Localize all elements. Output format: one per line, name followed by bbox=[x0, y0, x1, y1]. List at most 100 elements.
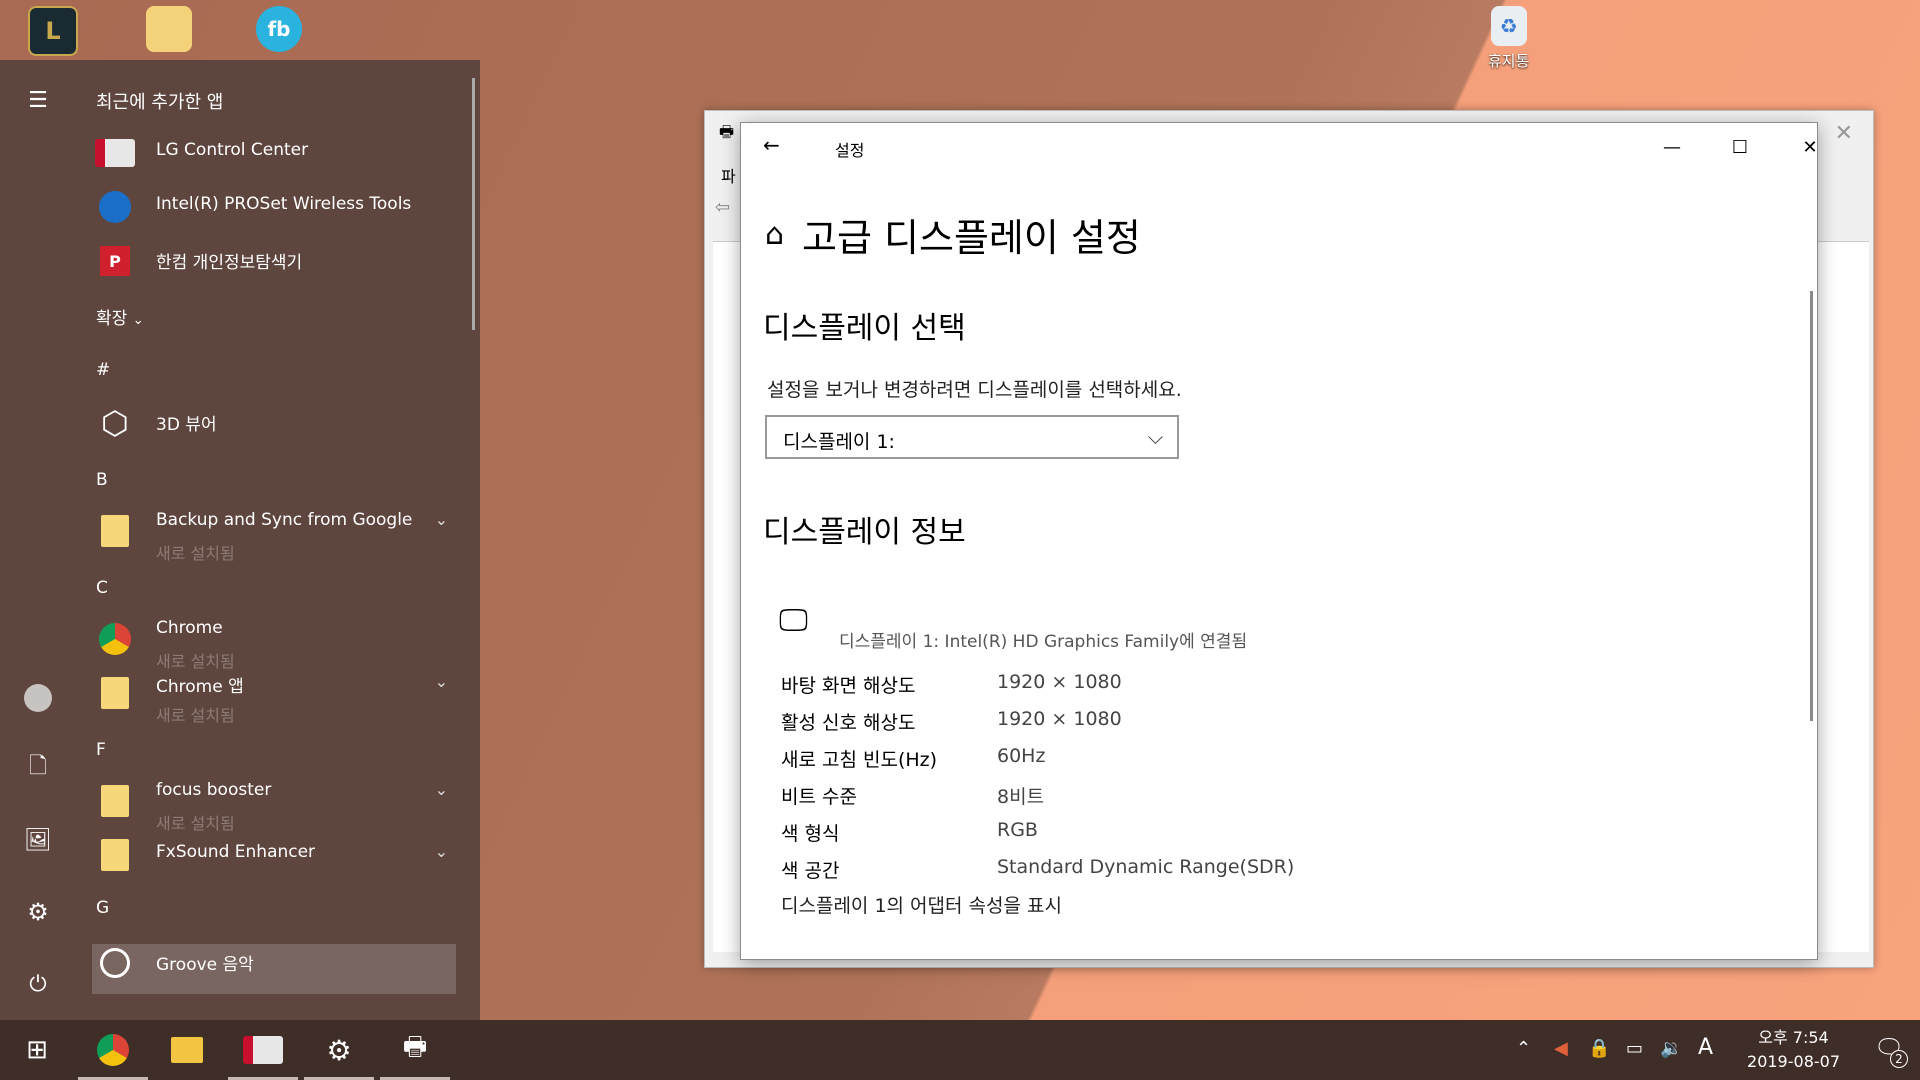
groove-music-icon bbox=[92, 940, 138, 986]
lock-icon[interactable]: 🔒 bbox=[1588, 1038, 1610, 1059]
letter-header[interactable]: G bbox=[96, 898, 109, 918]
folder-icon bbox=[171, 1037, 203, 1063]
list-item[interactable]: Backup and Sync from Google 새로 설치됨 ⌄ bbox=[92, 506, 472, 563]
monitor-icon: 🖵 bbox=[779, 603, 808, 638]
letter-header[interactable]: F bbox=[96, 740, 106, 760]
app-name: Chrome 앱 bbox=[156, 677, 244, 697]
notification-button[interactable]: 🗨 2 bbox=[1874, 1034, 1908, 1068]
display-info-heading: 디스플레이 정보 bbox=[763, 515, 966, 550]
folder-icon bbox=[92, 832, 138, 878]
start-button[interactable]: ⊞ bbox=[0, 1020, 74, 1080]
list-item[interactable]: Intel(R) PROSet Wireless Tools bbox=[92, 182, 472, 232]
bg-close-icon[interactable]: ✕ bbox=[1835, 121, 1853, 146]
close-button[interactable]: ✕ bbox=[1787, 129, 1833, 165]
desktop: L fb ♻ 휴지통 🖶 파 ⇦ ⌄ ✕ ← 설정 — ☐ ✕ ⌂ 고급 디스플… bbox=[0, 0, 1920, 1080]
list-item[interactable]: FxSound Enhancer ⌄ bbox=[92, 830, 472, 880]
monitor-row: 🖵 디스플레이 1: Intel(R) HD Graphics Family에 … bbox=[779, 603, 1247, 652]
connected-text: 디스플레이 1: Intel(R) HD Graphics Family에 연결… bbox=[839, 632, 1248, 652]
info-value: Standard Dynamic Range(SDR) bbox=[997, 856, 1295, 878]
bg-back-arrow-icon[interactable]: ⇦ bbox=[715, 197, 730, 218]
app-name: Backup and Sync from Google bbox=[156, 510, 413, 530]
display-select-dropdown[interactable]: 디스플레이 1: ⌵ bbox=[765, 415, 1179, 459]
taskbar-lg-control-center[interactable] bbox=[226, 1020, 300, 1080]
adapter-properties-link[interactable]: 디스플레이 1의 어댑터 속성을 표시 bbox=[781, 891, 1062, 918]
printer-icon: 🖶 bbox=[719, 122, 735, 141]
ime-indicator[interactable]: A bbox=[1698, 1035, 1713, 1060]
list-item[interactable]: Chrome 앱 새로 설치됨 ⌄ bbox=[92, 668, 472, 725]
dropdown-value: 디스플레이 1: bbox=[783, 431, 895, 453]
letter-header[interactable]: C bbox=[96, 578, 108, 598]
app-name: Chrome bbox=[156, 618, 223, 638]
settings-scrollbar[interactable] bbox=[1810, 291, 1813, 721]
list-item[interactable]: ⬡ 3D 뷰어 bbox=[92, 398, 472, 448]
clock-time: 오후 7:54 bbox=[1758, 1028, 1829, 1047]
info-label: 비트 수준 bbox=[781, 786, 857, 808]
info-label: 바탕 화면 해상도 bbox=[781, 675, 916, 697]
app-name: FxSound Enhancer bbox=[156, 842, 316, 862]
list-item[interactable]: Groove 음악 bbox=[92, 938, 472, 988]
back-arrow-icon[interactable]: ← bbox=[763, 133, 780, 157]
pictures-icon[interactable]: 🖼 bbox=[18, 820, 58, 860]
notification-count: 2 bbox=[1890, 1050, 1908, 1068]
home-icon[interactable]: ⌂ bbox=[765, 217, 784, 252]
maximize-button[interactable]: ☐ bbox=[1717, 129, 1763, 165]
select-display-heading: 디스플레이 선택 bbox=[763, 311, 966, 346]
power-icon[interactable]: ⏻ bbox=[18, 964, 58, 1004]
settings-window[interactable]: ← 설정 — ☐ ✕ ⌂ 고급 디스플레이 설정 디스플레이 선택 설정을 보거… bbox=[740, 122, 1818, 960]
expand-label: 확장 bbox=[96, 309, 128, 329]
clock-date: 2019-08-07 bbox=[1747, 1052, 1840, 1071]
info-value: 60Hz bbox=[997, 745, 1046, 767]
letter-header[interactable]: # bbox=[96, 360, 110, 380]
page-header: ⌂ 고급 디스플레이 설정 bbox=[765, 207, 1141, 262]
wifi-icon bbox=[92, 184, 138, 230]
app-name: 3D 뷰어 bbox=[156, 415, 217, 435]
recycle-bin-label: 휴지통 bbox=[1488, 52, 1530, 70]
chevron-up-icon[interactable]: ⌃ bbox=[1516, 1038, 1531, 1059]
chevron-down-icon: ⌄ bbox=[132, 313, 144, 328]
app-name: LG Control Center bbox=[156, 140, 309, 160]
window-title: 설정 bbox=[835, 141, 865, 160]
chevron-down-icon[interactable]: ⌄ bbox=[435, 510, 448, 529]
info-value: 1920 × 1080 bbox=[997, 671, 1122, 693]
info-value: 8비트 bbox=[997, 786, 1045, 808]
app-list: 최근에 추가한 앱 LG Control Center Intel(R) PRO… bbox=[76, 60, 472, 1020]
hamburger-menu-icon[interactable]: ☰ bbox=[18, 80, 58, 120]
letter-header[interactable]: B bbox=[96, 470, 108, 490]
desktop-icon-folder[interactable] bbox=[146, 6, 192, 52]
chevron-down-icon[interactable]: ⌄ bbox=[435, 672, 448, 691]
speaker-muted-icon[interactable]: ◀ bbox=[1554, 1038, 1568, 1059]
desktop-icon-recycle-bin[interactable]: ♻ 휴지통 bbox=[1488, 6, 1529, 71]
list-item[interactable]: P 한컴 개인정보탐색기 bbox=[92, 236, 472, 286]
taskbar-file-explorer[interactable] bbox=[150, 1020, 224, 1080]
taskbar-settings[interactable]: ⚙ bbox=[302, 1020, 376, 1080]
chevron-down-icon[interactable]: ⌄ bbox=[435, 842, 448, 861]
lg-control-center-icon bbox=[243, 1036, 283, 1064]
expand-button[interactable]: 확장 ⌄ bbox=[96, 304, 144, 329]
league-icon: L bbox=[28, 6, 78, 56]
battery-icon[interactable]: ▭ bbox=[1626, 1038, 1643, 1059]
documents-icon[interactable]: 🗋 bbox=[18, 748, 58, 788]
printer-icon: 🖶 bbox=[402, 1032, 428, 1062]
minimize-button[interactable]: — bbox=[1649, 129, 1695, 165]
start-scrollbar[interactable] bbox=[472, 78, 475, 330]
desktop-icon-fb[interactable]: fb bbox=[256, 6, 302, 52]
hancom-icon: P bbox=[92, 238, 138, 284]
list-item[interactable]: LG Control Center bbox=[92, 128, 472, 178]
list-item[interactable]: focus booster 새로 설치됨 ⌄ bbox=[92, 776, 472, 833]
chevron-down-icon[interactable]: ⌄ bbox=[435, 780, 448, 799]
app-sub: 새로 설치됨 bbox=[156, 706, 235, 725]
taskbar-printer[interactable]: 🖶 bbox=[378, 1020, 452, 1080]
app-name: focus booster bbox=[156, 780, 272, 800]
folder-icon bbox=[92, 508, 138, 554]
recently-added-title: 최근에 추가한 앱 bbox=[96, 92, 224, 113]
folder-icon bbox=[92, 778, 138, 824]
list-item[interactable]: Chrome 새로 설치됨 bbox=[92, 614, 472, 671]
user-avatar[interactable] bbox=[18, 678, 58, 718]
desktop-icon-league[interactable]: L bbox=[28, 6, 78, 56]
gear-icon[interactable]: ⚙ bbox=[18, 892, 58, 932]
recycle-bin-icon: ♻ bbox=[1490, 6, 1527, 46]
taskbar-chrome[interactable] bbox=[76, 1020, 150, 1080]
clock[interactable]: 오후 7:54 2019-08-07 bbox=[1747, 1026, 1840, 1074]
info-label: 활성 신호 해상도 bbox=[781, 712, 916, 734]
volume-icon[interactable]: 🔉 bbox=[1660, 1038, 1682, 1059]
